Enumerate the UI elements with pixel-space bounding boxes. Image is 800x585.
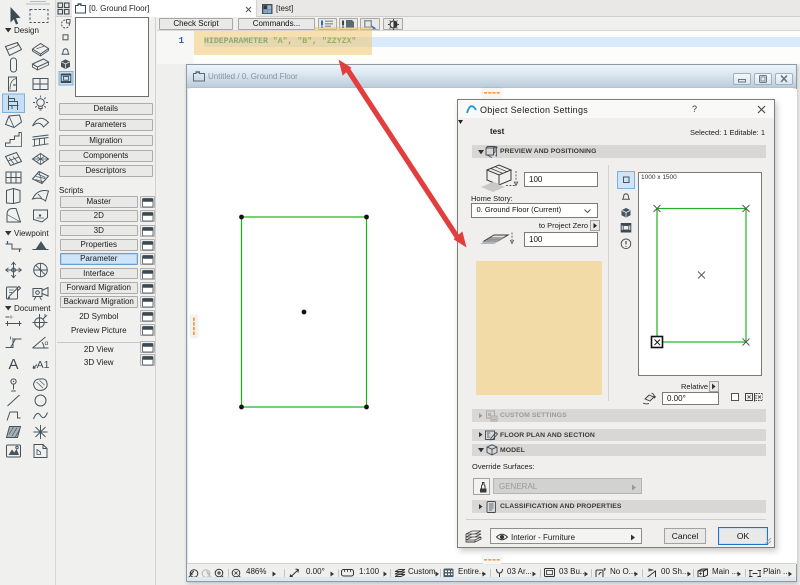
svg-text:α: α xyxy=(45,340,49,347)
svg-text:A: A xyxy=(8,356,18,373)
svg-text:A1: A1 xyxy=(37,359,50,371)
